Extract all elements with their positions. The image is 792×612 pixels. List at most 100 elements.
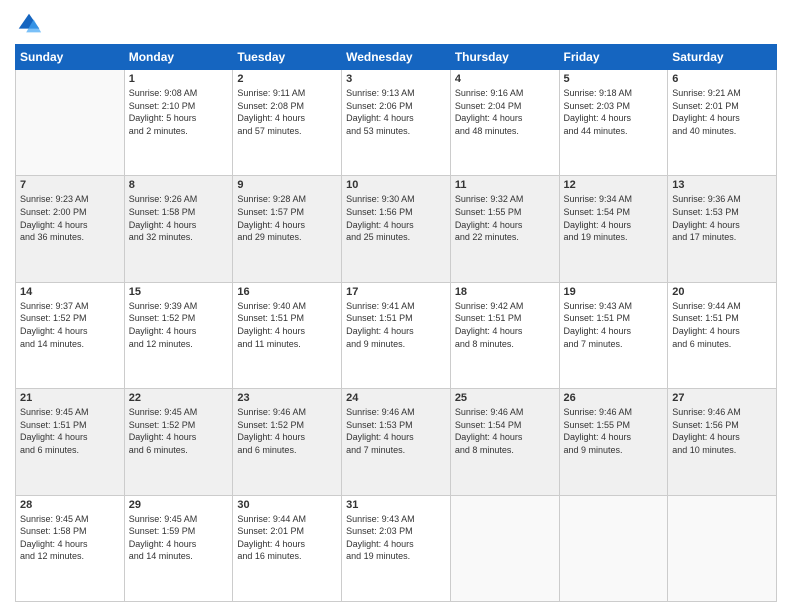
day-cell-2: 2Sunrise: 9:11 AM Sunset: 2:08 PM Daylig… [233, 70, 342, 176]
day-number: 31 [346, 499, 446, 511]
day-info: Sunrise: 9:32 AM Sunset: 1:55 PM Dayligh… [455, 193, 555, 243]
empty-cell [668, 495, 777, 601]
day-cell-25: 25Sunrise: 9:46 AM Sunset: 1:54 PM Dayli… [450, 389, 559, 495]
day-number: 2 [237, 73, 337, 85]
day-number: 11 [455, 179, 555, 191]
day-number: 5 [564, 73, 664, 85]
day-cell-28: 28 Sunrise: 9:45 AM Sunset: 1:58 PM Dayli… [16, 495, 125, 601]
day-number: 26 [564, 392, 664, 404]
day-cell-16: 16Sunrise: 9:40 AM Sunset: 1:51 PM Dayli… [233, 282, 342, 388]
day-cell-4: 4 Sunrise: 9:16 AM Sunset: 2:04 PM Daylig… [450, 70, 559, 176]
day-number: 3 [346, 73, 446, 85]
col-header-tuesday: Tuesday [233, 45, 342, 70]
day-number: 14 [20, 286, 120, 298]
day-number: 20 [672, 286, 772, 298]
day-number: 28 [20, 499, 120, 511]
day-number: 29 [129, 499, 229, 511]
day-info: Sunrise: 9:08 AM Sunset: 2:10 PM Dayligh… [129, 87, 229, 137]
day-number: 9 [237, 179, 337, 191]
day-cell-15: 15 Sunrise: 9:39 AM Sunset: 1:52 PM Dayli… [124, 282, 233, 388]
col-header-wednesday: Wednesday [342, 45, 451, 70]
day-info: Sunrise: 9:34 AM Sunset: 1:54 PM Dayligh… [564, 193, 664, 243]
page: SundayMondayTuesdayWednesdayThursdayFrid… [0, 0, 792, 612]
empty-cell [559, 495, 668, 601]
day-number: 6 [672, 73, 772, 85]
day-info: Sunrise: 9:40 AM Sunset: 1:51 PM Dayligh… [237, 300, 337, 350]
calendar-row-4: 28 Sunrise: 9:45 AM Sunset: 1:58 PM Dayli… [16, 495, 777, 601]
calendar-row-2: 14 Sunrise: 9:37 AM Sunset: 1:52 PM Dayli… [16, 282, 777, 388]
day-cell-6: 6 Sunrise: 9:21 AM Sunset: 2:01 PM Daylig… [668, 70, 777, 176]
day-number: 18 [455, 286, 555, 298]
day-info: Sunrise: 9:46 AM Sunset: 1:55 PM Dayligh… [564, 406, 664, 456]
day-info: Sunrise: 9:41 AM Sunset: 1:51 PM Dayligh… [346, 300, 446, 350]
header [15, 10, 777, 38]
day-cell-23: 23 Sunrise: 9:46 AM Sunset: 1:52 PM Dayli… [233, 389, 342, 495]
day-info: Sunrise: 9:39 AM Sunset: 1:52 PM Dayligh… [129, 300, 229, 350]
day-cell-1: 1 Sunrise: 9:08 AM Sunset: 2:10 PM Daylig… [124, 70, 233, 176]
day-cell-19: 19 Sunrise: 9:43 AM Sunset: 1:51 PM Dayli… [559, 282, 668, 388]
day-cell-12: 12 Sunrise: 9:34 AM Sunset: 1:54 PM Dayli… [559, 176, 668, 282]
day-cell-10: 10Sunrise: 9:30 AM Sunset: 1:56 PM Dayli… [342, 176, 451, 282]
col-header-sunday: Sunday [16, 45, 125, 70]
logo [15, 10, 47, 38]
day-cell-8: 8 Sunrise: 9:26 AM Sunset: 1:58 PM Daylig… [124, 176, 233, 282]
day-number: 7 [20, 179, 120, 191]
day-info: Sunrise: 9:13 AM Sunset: 2:06 PM Dayligh… [346, 87, 446, 137]
day-info: Sunrise: 9:42 AM Sunset: 1:51 PM Dayligh… [455, 300, 555, 350]
col-header-saturday: Saturday [668, 45, 777, 70]
day-number: 23 [237, 392, 337, 404]
day-cell-22: 22Sunrise: 9:45 AM Sunset: 1:52 PM Dayli… [124, 389, 233, 495]
empty-cell [450, 495, 559, 601]
day-info: Sunrise: 9:46 AM Sunset: 1:52 PM Dayligh… [237, 406, 337, 456]
day-info: Sunrise: 9:45 AM Sunset: 1:59 PM Dayligh… [129, 513, 229, 563]
day-cell-14: 14 Sunrise: 9:37 AM Sunset: 1:52 PM Dayli… [16, 282, 125, 388]
day-number: 21 [20, 392, 120, 404]
day-number: 17 [346, 286, 446, 298]
day-cell-11: 11 Sunrise: 9:32 AM Sunset: 1:55 PM Dayli… [450, 176, 559, 282]
day-info: Sunrise: 9:44 AM Sunset: 2:01 PM Dayligh… [237, 513, 337, 563]
day-cell-7: 7Sunrise: 9:23 AM Sunset: 2:00 PM Daylig… [16, 176, 125, 282]
day-info: Sunrise: 9:36 AM Sunset: 1:53 PM Dayligh… [672, 193, 772, 243]
day-number: 4 [455, 73, 555, 85]
day-number: 12 [564, 179, 664, 191]
day-number: 27 [672, 392, 772, 404]
day-info: Sunrise: 9:44 AM Sunset: 1:51 PM Dayligh… [672, 300, 772, 350]
calendar-row-0: 1 Sunrise: 9:08 AM Sunset: 2:10 PM Daylig… [16, 70, 777, 176]
day-info: Sunrise: 9:43 AM Sunset: 2:03 PM Dayligh… [346, 513, 446, 563]
day-cell-3: 3 Sunrise: 9:13 AM Sunset: 2:06 PM Daylig… [342, 70, 451, 176]
day-info: Sunrise: 9:46 AM Sunset: 1:56 PM Dayligh… [672, 406, 772, 456]
day-cell-26: 26 Sunrise: 9:46 AM Sunset: 1:55 PM Dayli… [559, 389, 668, 495]
day-cell-30: 30 Sunrise: 9:44 AM Sunset: 2:01 PM Dayli… [233, 495, 342, 601]
day-cell-13: 13Sunrise: 9:36 AM Sunset: 1:53 PM Dayli… [668, 176, 777, 282]
col-header-friday: Friday [559, 45, 668, 70]
day-cell-20: 20 Sunrise: 9:44 AM Sunset: 1:51 PM Dayli… [668, 282, 777, 388]
day-number: 22 [129, 392, 229, 404]
day-cell-17: 17 Sunrise: 9:41 AM Sunset: 1:51 PM Dayli… [342, 282, 451, 388]
day-number: 1 [129, 73, 229, 85]
day-cell-5: 5Sunrise: 9:18 AM Sunset: 2:03 PM Daylig… [559, 70, 668, 176]
day-info: Sunrise: 9:21 AM Sunset: 2:01 PM Dayligh… [672, 87, 772, 137]
empty-cell [16, 70, 125, 176]
day-info: Sunrise: 9:28 AM Sunset: 1:57 PM Dayligh… [237, 193, 337, 243]
day-cell-21: 21 Sunrise: 9:45 AM Sunset: 1:51 PM Dayli… [16, 389, 125, 495]
day-cell-29: 29 Sunrise: 9:45 AM Sunset: 1:59 PM Dayli… [124, 495, 233, 601]
day-number: 25 [455, 392, 555, 404]
logo-icon [15, 10, 43, 38]
day-number: 19 [564, 286, 664, 298]
day-cell-24: 24Sunrise: 9:46 AM Sunset: 1:53 PM Dayli… [342, 389, 451, 495]
day-cell-9: 9 Sunrise: 9:28 AM Sunset: 1:57 PM Daylig… [233, 176, 342, 282]
day-info: Sunrise: 9:26 AM Sunset: 1:58 PM Dayligh… [129, 193, 229, 243]
day-info: Sunrise: 9:37 AM Sunset: 1:52 PM Dayligh… [20, 300, 120, 350]
day-info: Sunrise: 9:45 AM Sunset: 1:51 PM Dayligh… [20, 406, 120, 456]
day-info: Sunrise: 9:46 AM Sunset: 1:53 PM Dayligh… [346, 406, 446, 456]
day-info: Sunrise: 9:16 AM Sunset: 2:04 PM Dayligh… [455, 87, 555, 137]
calendar-table: SundayMondayTuesdayWednesdayThursdayFrid… [15, 44, 777, 602]
day-number: 30 [237, 499, 337, 511]
calendar-row-1: 7Sunrise: 9:23 AM Sunset: 2:00 PM Daylig… [16, 176, 777, 282]
day-cell-18: 18 Sunrise: 9:42 AM Sunset: 1:51 PM Dayli… [450, 282, 559, 388]
day-info: Sunrise: 9:30 AM Sunset: 1:56 PM Dayligh… [346, 193, 446, 243]
day-info: Sunrise: 9:43 AM Sunset: 1:51 PM Dayligh… [564, 300, 664, 350]
day-info: Sunrise: 9:45 AM Sunset: 1:58 PM Dayligh… [20, 513, 120, 563]
day-number: 15 [129, 286, 229, 298]
day-number: 8 [129, 179, 229, 191]
